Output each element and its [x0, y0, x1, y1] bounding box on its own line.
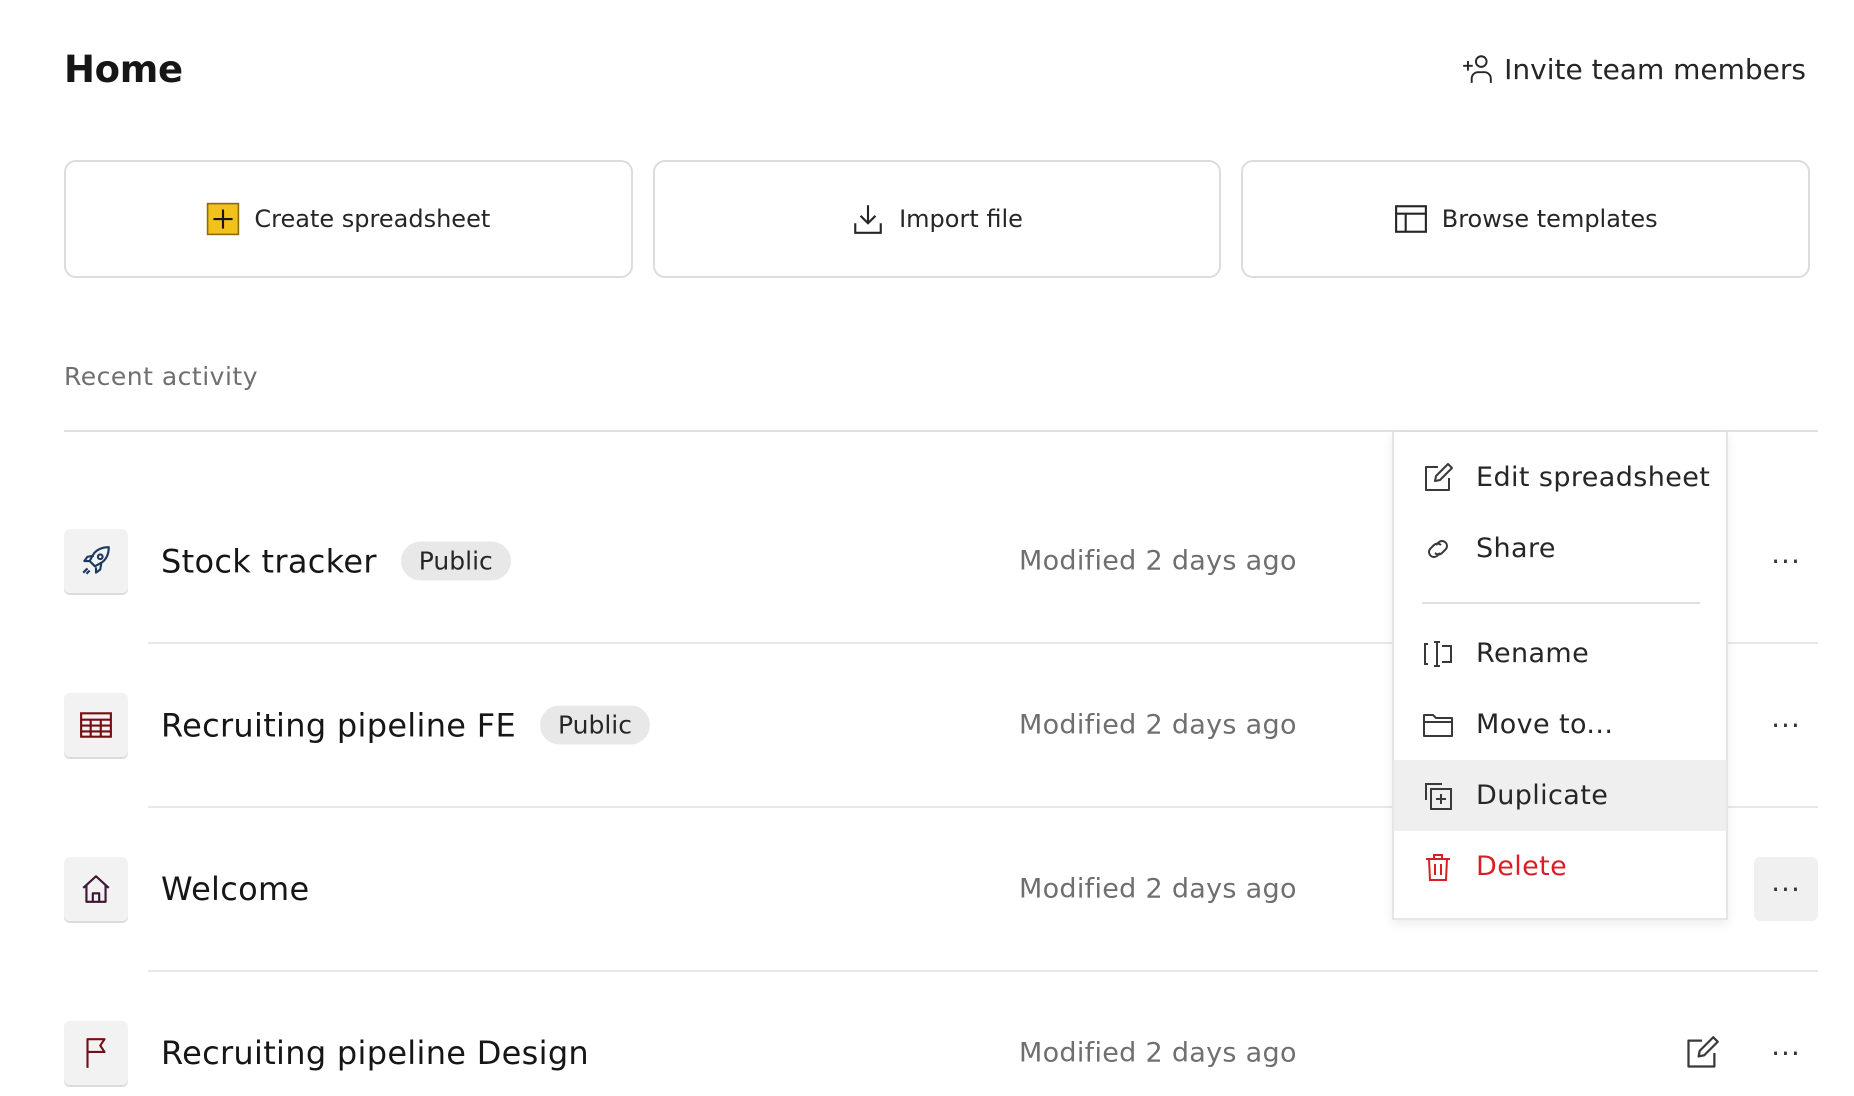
- public-badge: Public: [539, 705, 650, 745]
- more-options-button[interactable]: ···: [1754, 1021, 1818, 1085]
- file-name-group: Welcome: [161, 870, 309, 908]
- menu-item-delete[interactable]: Delete: [1394, 831, 1726, 902]
- modified-time: Modified 2 days ago: [1019, 545, 1297, 577]
- plus-square-icon: [206, 202, 240, 236]
- more-options-button[interactable]: ···: [1754, 693, 1818, 757]
- menu-item-label: Share: [1476, 533, 1556, 564]
- menu-separator: [1422, 602, 1700, 604]
- edit-icon: [1687, 1036, 1719, 1068]
- quick-actions: Create spreadsheet Import file Browse te…: [64, 160, 1811, 278]
- link-icon: [1428, 539, 1448, 558]
- invite-label: Invite team members: [1504, 52, 1806, 86]
- rename-icon: [1424, 640, 1452, 667]
- modified-time: Modified 2 days ago: [1019, 873, 1297, 905]
- edit-button[interactable]: [1682, 1033, 1722, 1073]
- file-row-recruiting-pipeline-design[interactable]: Recruiting pipeline Design Modified 2 da…: [64, 971, 1818, 1096]
- file-name[interactable]: Welcome: [161, 870, 309, 908]
- menu-item-rename[interactable]: Rename: [1394, 618, 1726, 689]
- file-name[interactable]: Stock tracker: [161, 542, 377, 580]
- browse-templates-button[interactable]: Browse templates: [1241, 160, 1811, 278]
- download-icon: [851, 202, 885, 236]
- table-icon: [64, 693, 128, 757]
- create-spreadsheet-label: Create spreadsheet: [254, 205, 491, 233]
- create-spreadsheet-button[interactable]: Create spreadsheet: [64, 160, 633, 278]
- public-badge: Public: [400, 541, 511, 581]
- modified-time: Modified 2 days ago: [1019, 709, 1297, 741]
- recent-activity-heading: Recent activity: [64, 362, 258, 391]
- modified-time: Modified 2 days ago: [1019, 1037, 1297, 1069]
- context-menu: Edit spreadsheet Share Rename Move to...: [1392, 432, 1728, 920]
- menu-item-label: Duplicate: [1476, 780, 1609, 811]
- flag-icon: [64, 1021, 128, 1085]
- browse-templates-label: Browse templates: [1441, 205, 1658, 233]
- menu-item-label: Move to...: [1476, 709, 1614, 740]
- file-name-group: Recruiting pipeline Design: [161, 1034, 589, 1072]
- home-page: Home Invite team members Create spreadsh…: [0, 0, 1854, 1096]
- file-name[interactable]: Recruiting pipeline Design: [161, 1034, 589, 1072]
- trash-icon: [1426, 853, 1450, 881]
- home-icon: [64, 857, 128, 921]
- menu-item-label: Delete: [1476, 851, 1568, 882]
- menu-item-label: Rename: [1476, 638, 1590, 669]
- edit-icon: [1425, 462, 1453, 491]
- file-name-group: Recruiting pipeline FE Public: [161, 705, 650, 745]
- menu-item-share[interactable]: Share: [1394, 513, 1726, 584]
- rocket-icon: [64, 529, 128, 593]
- file-name-group: Stock tracker Public: [161, 541, 511, 581]
- folder-icon: [1423, 713, 1453, 737]
- menu-item-edit-spreadsheet[interactable]: Edit spreadsheet: [1394, 442, 1726, 513]
- duplicate-icon: [1425, 782, 1452, 810]
- more-options-button-active[interactable]: ···: [1754, 857, 1818, 921]
- page-title: Home: [64, 48, 183, 91]
- menu-item-duplicate[interactable]: Duplicate: [1394, 760, 1726, 831]
- more-options-button[interactable]: ···: [1754, 529, 1818, 593]
- menu-item-label: Edit spreadsheet: [1476, 462, 1711, 493]
- file-name[interactable]: Recruiting pipeline FE: [161, 706, 516, 744]
- add-user-icon: [1463, 55, 1492, 83]
- import-file-button[interactable]: Import file: [652, 160, 1222, 278]
- template-icon: [1394, 202, 1428, 236]
- import-file-label: Import file: [899, 205, 1023, 233]
- invite-team-members-button[interactable]: Invite team members: [1460, 52, 1806, 86]
- menu-item-move-to[interactable]: Move to...: [1394, 689, 1726, 760]
